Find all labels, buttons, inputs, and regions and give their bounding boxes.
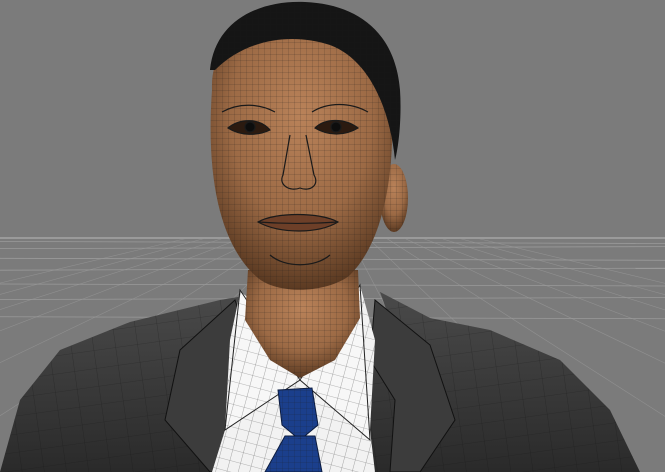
viewport-canvas[interactable] [0,0,665,472]
head-mesh [210,1,408,290]
3d-viewport[interactable] [0,0,665,472]
